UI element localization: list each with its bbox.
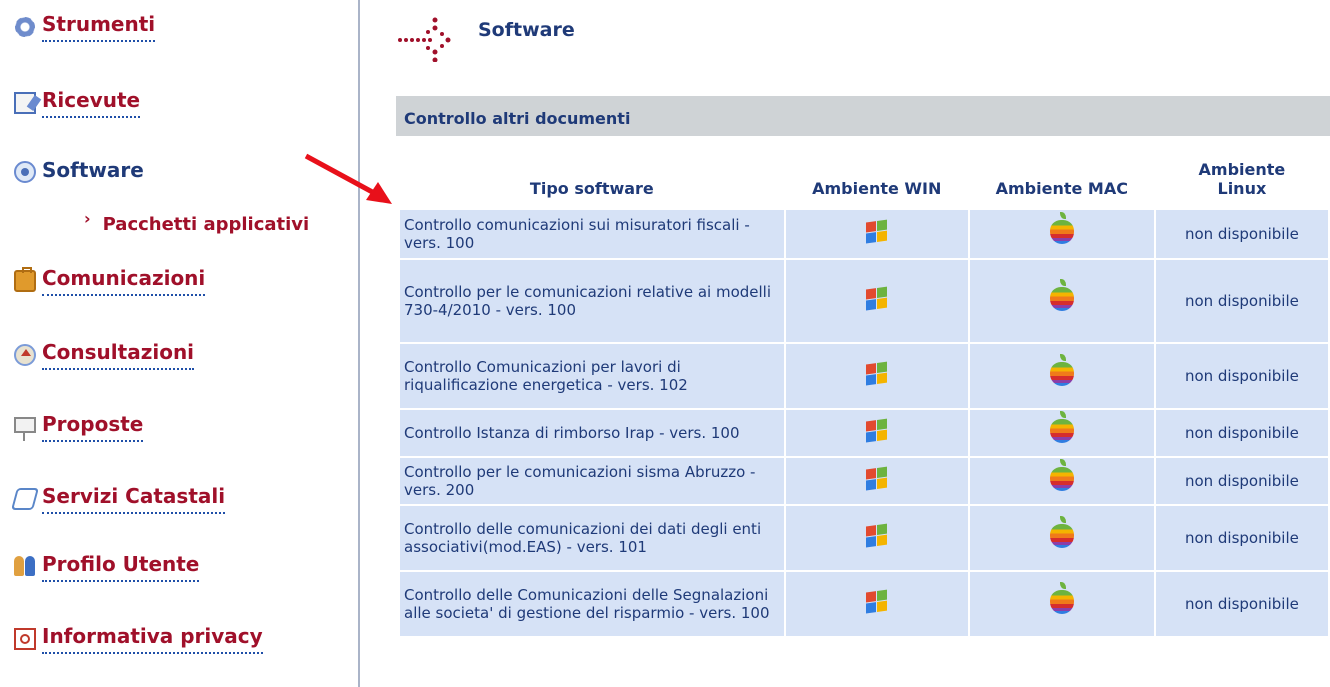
apple-icon[interactable] xyxy=(1049,212,1074,244)
cell-linux: non disponibile xyxy=(1155,458,1328,504)
nav-proposte[interactable]: Proposte xyxy=(14,412,144,442)
cell-mac[interactable] xyxy=(969,344,1154,408)
cell-tipo: Controllo Comunicazioni per lavori di ri… xyxy=(400,344,784,408)
pdf-icon xyxy=(14,628,36,650)
col-header-linux-label: Ambiente Linux xyxy=(1198,160,1286,198)
receipt-icon xyxy=(14,92,36,114)
nav-label[interactable]: Informativa privacy xyxy=(42,624,263,654)
cell-win[interactable] xyxy=(785,572,968,636)
col-header-tipo: Tipo software xyxy=(529,179,654,198)
apple-icon[interactable] xyxy=(1049,459,1074,491)
cell-linux: non disponibile xyxy=(1155,572,1328,636)
cell-mac[interactable] xyxy=(969,572,1154,636)
nav-comunicazioni[interactable]: Comunicazioni xyxy=(14,266,206,296)
nav-label[interactable]: Ricevute xyxy=(42,88,141,118)
software-icon xyxy=(14,161,36,183)
easel-icon xyxy=(14,417,36,441)
nav-label[interactable]: Comunicazioni xyxy=(42,266,206,296)
users-icon xyxy=(14,556,36,578)
nav-servizi-catastali[interactable]: Servizi Catastali xyxy=(11,484,226,514)
cell-tipo: Controllo delle Comunicazioni delle Segn… xyxy=(400,572,784,636)
cell-mac[interactable] xyxy=(969,210,1154,258)
windows-icon[interactable] xyxy=(865,418,888,443)
table-row: Controllo delle Comunicazioni delle Segn… xyxy=(400,572,1328,636)
cell-tipo: Controllo comunicazioni sui misuratori f… xyxy=(400,210,784,258)
windows-icon[interactable] xyxy=(865,466,888,491)
col-header-mac: Ambiente MAC xyxy=(995,179,1128,198)
nav-label[interactable]: Consultazioni xyxy=(42,340,195,370)
page-title: Software xyxy=(478,19,575,41)
cell-tipo: Controllo Istanza di rimborso Irap - ver… xyxy=(400,410,784,456)
table-row: Controllo Istanza di rimborso Irap - ver… xyxy=(400,410,1328,456)
page-header: Software xyxy=(398,16,575,62)
cell-tipo: Controllo delle comunicazioni dei dati d… xyxy=(400,506,784,570)
briefcase-icon xyxy=(14,267,36,292)
nav-label[interactable]: Proposte xyxy=(42,412,144,442)
red-arrow-annotation xyxy=(304,153,392,204)
sidebar-divider xyxy=(358,0,360,687)
table-header-row: Tipo software Ambiente WIN Ambiente MAC … xyxy=(400,160,1328,208)
chevron-right-icon: › xyxy=(84,209,91,228)
cell-linux: non disponibile xyxy=(1155,344,1328,408)
nav-informativa-privacy[interactable]: Informativa privacy xyxy=(14,624,263,654)
table-row: Controllo delle comunicazioni dei dati d… xyxy=(400,506,1328,570)
nav-software[interactable]: Software xyxy=(14,158,144,186)
nav-consultazioni[interactable]: Consultazioni xyxy=(14,340,195,370)
windows-icon[interactable] xyxy=(865,361,888,386)
sidebar: Strumenti Ricevute Software › Pacchetti … xyxy=(0,0,358,687)
cell-win[interactable] xyxy=(785,410,968,456)
apple-icon[interactable] xyxy=(1049,279,1074,311)
cell-win[interactable] xyxy=(785,344,968,408)
table-row: Controllo per le comunicazioni relative … xyxy=(400,260,1328,342)
apple-icon[interactable] xyxy=(1049,354,1074,386)
cell-tipo: Controllo per le comunicazioni relative … xyxy=(400,260,784,342)
cell-linux: non disponibile xyxy=(1155,210,1328,258)
nav-label[interactable]: Servizi Catastali xyxy=(42,484,226,514)
cell-mac[interactable] xyxy=(969,410,1154,456)
windows-icon[interactable] xyxy=(865,523,888,548)
col-header-win: Ambiente WIN xyxy=(812,179,942,198)
nav-label[interactable]: Software xyxy=(42,158,144,186)
cell-win[interactable] xyxy=(785,260,968,342)
windows-icon[interactable] xyxy=(865,589,888,614)
cell-linux: non disponibile xyxy=(1155,260,1328,342)
cell-mac[interactable] xyxy=(969,506,1154,570)
windows-icon[interactable] xyxy=(865,219,888,244)
table-row: Controllo comunicazioni sui misuratori f… xyxy=(400,210,1328,258)
gear-icon xyxy=(14,16,36,38)
apple-icon[interactable] xyxy=(1049,582,1074,614)
col-header-linux: Ambiente Linux xyxy=(1156,160,1328,208)
nav-pacchetti-applicativi[interactable]: › Pacchetti applicativi xyxy=(84,209,310,235)
cell-mac[interactable] xyxy=(969,458,1154,504)
nav-label[interactable]: Profilo Utente xyxy=(42,552,200,582)
nav-label[interactable]: Strumenti xyxy=(42,12,156,42)
nav-ricevute[interactable]: Ricevute xyxy=(14,88,141,118)
software-table: Tipo software Ambiente WIN Ambiente MAC … xyxy=(398,158,1330,638)
cell-linux: non disponibile xyxy=(1155,506,1328,570)
dotted-arrow-icon xyxy=(398,17,451,62)
section-title: Controllo altri documenti xyxy=(404,108,631,128)
section-header: Controllo altri documenti xyxy=(396,96,1330,136)
nav-strumenti[interactable]: Strumenti xyxy=(14,12,156,42)
table-row: Controllo per le comunicazioni sisma Abr… xyxy=(400,458,1328,504)
nav-profilo-utente[interactable]: Profilo Utente xyxy=(14,552,200,582)
house-icon xyxy=(14,344,36,366)
cell-mac[interactable] xyxy=(969,260,1154,342)
table-row: Controllo Comunicazioni per lavori di ri… xyxy=(400,344,1328,408)
cell-win[interactable] xyxy=(785,210,968,258)
cell-tipo: Controllo per le comunicazioni sisma Abr… xyxy=(400,458,784,504)
windows-icon[interactable] xyxy=(865,286,888,311)
sub-nav-label[interactable]: Pacchetti applicativi xyxy=(103,214,310,235)
apple-icon[interactable] xyxy=(1049,516,1074,548)
apple-icon[interactable] xyxy=(1049,411,1074,443)
cell-win[interactable] xyxy=(785,458,968,504)
cell-linux: non disponibile xyxy=(1155,410,1328,456)
cadastre-icon xyxy=(11,488,39,510)
cell-win[interactable] xyxy=(785,506,968,570)
